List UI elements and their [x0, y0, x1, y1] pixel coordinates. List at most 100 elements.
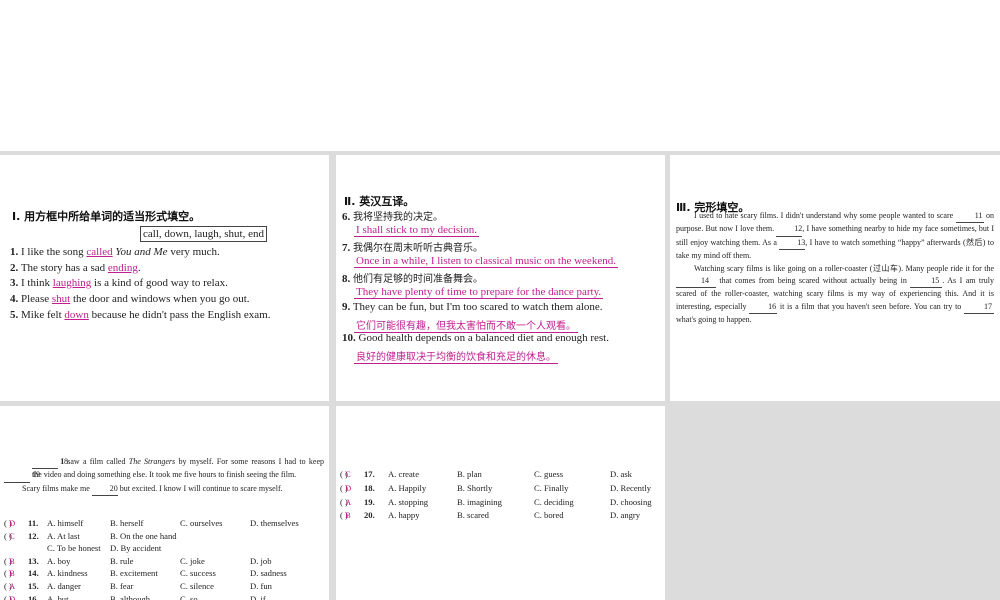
answer-word: down: [64, 309, 89, 321]
answer-text: I shall stick to my decision.: [354, 223, 479, 237]
answer-choice: B: [9, 568, 15, 579]
answer-line: I shall stick to my decision.: [354, 223, 479, 237]
item-text: very much.: [167, 246, 220, 258]
item-text: The story has a sad: [20, 262, 108, 274]
item-text: I like the song: [21, 246, 87, 258]
option-c: C. joke: [180, 555, 205, 566]
answer-bracket: ( B ): [340, 510, 351, 521]
option-b: B. excitement: [110, 568, 158, 579]
question-option-row: ( A ) 15. A. danger B. fear C. silence D. fun: [4, 581, 314, 593]
item-number: 5.: [10, 309, 19, 321]
question-line: 7. 我偶尔在周末听听古典音乐。: [342, 239, 483, 254]
question-number: 13.: [28, 555, 39, 566]
option-a: A. kindness: [47, 568, 88, 579]
question-text: They can be fun, but I'm too scared to w…: [352, 301, 603, 313]
item-text: is a kind of good way to relax.: [91, 277, 228, 289]
blank-14: 14: [676, 275, 716, 289]
option-c: C. Finally: [534, 482, 569, 493]
option-a: A. Happily: [388, 482, 427, 493]
answer-bracket: ( D ): [4, 593, 16, 600]
item-number: 7.: [342, 242, 351, 254]
blank-20: 20: [91, 483, 118, 497]
answer-choice: D: [9, 593, 16, 600]
question-text: 他们有足够的时间准备舞会。: [353, 274, 483, 285]
question-option-row: ( C ) 17. A. create B. plan C. guess D. ask: [340, 469, 650, 481]
item-number: 8.: [342, 273, 351, 285]
option-c: C. To be honest: [47, 543, 101, 554]
exercise-item: 4. Please shut the door and windows when…: [10, 293, 250, 305]
option-a: A. At last: [47, 530, 80, 541]
question-number: 18.: [364, 482, 375, 493]
answer-bracket: ( A ): [4, 581, 16, 591]
answer-choice: B: [9, 555, 15, 566]
passage-text: the video and doing something else. It t…: [30, 470, 297, 480]
question-option-row: ( D ) 18. A. Happily B. Shortly C. Finally D.…: [340, 482, 652, 495]
question-option-row: ( A ) 19. A. stopping B. imagining C. decidi…: [340, 496, 652, 509]
question-option-row: ( B ) 20. A. happy B. scared C. bored D. angr…: [340, 510, 650, 522]
exercise-item: 5. Mike felt down because he didn't pass…: [10, 309, 270, 321]
passage-text: I saw a film called: [58, 457, 129, 466]
question-line: 6. 我将坚持我的决定。: [342, 208, 443, 223]
answer-line: Once in a while, I listen to classical m…: [354, 254, 618, 268]
passage-text: Scary films make me: [22, 483, 92, 493]
option-b: B. imagining: [457, 496, 502, 507]
section-title: Ⅱ. 英汉互译。: [344, 195, 415, 208]
passage-text: that comes from being scared without act…: [716, 276, 911, 286]
option-a: A. danger: [47, 581, 81, 591]
option-b: B. plan: [457, 469, 482, 479]
answer-bracket: ( A ): [340, 496, 352, 507]
item-text: Mike felt: [21, 309, 65, 321]
question-number: 19.: [364, 496, 375, 507]
passage-text: by myself. For some reasons I had to kee…: [175, 457, 324, 466]
answer-choice: A: [345, 496, 352, 507]
question-number: 11.: [28, 518, 39, 528]
item-number: 3.: [10, 277, 19, 289]
exercise-item: 3. I think laughing is a kind of good wa…: [10, 277, 228, 289]
cloze-options-panel: ( C ) 17. A. create B. plan C. guess D. ask( …: [336, 406, 665, 600]
answer-word: shut: [51, 293, 71, 305]
blank-18: 18: [32, 456, 68, 470]
passage-paragraph: I used to hate scary films. I didn't und…: [676, 210, 994, 327]
passage-text: but excited. I know I will continue to s…: [117, 483, 283, 493]
blank-11: 11: [955, 210, 984, 224]
answer-word: ending: [107, 262, 138, 274]
question-line: 8. 他们有足够的时间准备舞会。: [342, 270, 483, 285]
option-b: B. rule: [110, 555, 134, 566]
item-number: 9.: [342, 301, 351, 313]
option-a: A. himself: [47, 518, 84, 528]
fill-in-blank-panel: Ⅰ. 用方框中所给单词的适当形式填空。 call, down, laugh, s…: [0, 155, 329, 401]
passage-text: Watching scary films is like going on a …: [694, 263, 994, 273]
option-d: D. if: [250, 593, 266, 600]
passage-text: it is a film that you haven't seen befor…: [777, 301, 964, 311]
question-option-row: ( D ) 16. A. but B. although C. so D. if: [4, 594, 314, 600]
question-number: 12.: [28, 530, 39, 541]
blank-19: 19: [4, 469, 40, 483]
passage-paragraph: 18 I saw a film called The Strangers by …: [4, 456, 324, 497]
exercise-item: 1. I like the song called You and Me ver…: [10, 246, 220, 258]
question-number: 20.: [364, 510, 375, 521]
question-option-row: ( B ) 14. A. kindness B. excitement C. succe…: [4, 568, 314, 580]
option-a: A. stopping: [388, 496, 429, 507]
question-number: 15.: [28, 581, 39, 591]
item-number: 1.: [10, 246, 19, 258]
question-number: 14.: [28, 568, 39, 579]
option-b: B. Shortly: [457, 482, 493, 493]
answer-text: 它们可能很有趣，但我太害怕而不敢一个人观看。: [354, 320, 578, 333]
item-text: the door and windows when you go out.: [70, 293, 250, 305]
section-title: Ⅰ. 用方框中所给单词的适当形式填空。: [12, 210, 201, 223]
item-number: 2.: [10, 262, 19, 274]
cloze-passage-panel: Ⅲ. 完形填空。 I used to hate scary films. I d…: [670, 155, 1000, 401]
option-d: D. choosing: [610, 496, 652, 507]
item-number: 6.: [342, 211, 351, 223]
question-text: 我将坚持我的决定。: [353, 212, 443, 223]
item-text: I think: [21, 277, 53, 289]
answer-bracket: ( D ): [340, 482, 352, 493]
answer-choice: C: [9, 530, 15, 541]
answer-text: They have plenty of time to prepare for …: [354, 285, 604, 299]
option-d: D. Recently: [610, 482, 652, 493]
option-d: D. ask: [610, 469, 632, 479]
answer-text: 良好的健康取决于均衡的饮食和充足的休息。: [354, 351, 558, 364]
passage-text: I used to hate scary films. I didn't und…: [694, 211, 956, 220]
option-c: C. guess: [534, 469, 564, 479]
question-option-row: ( D ) 11. A. himself B. herself C. ourselves…: [4, 518, 314, 530]
